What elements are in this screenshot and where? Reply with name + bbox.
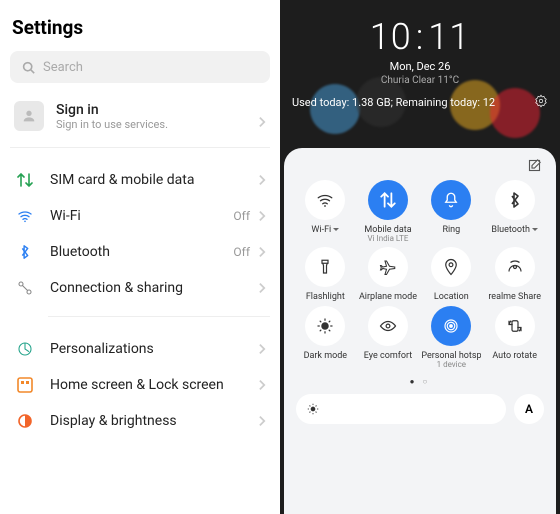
quick-panel: Wi-Fi Mobile data Vi India LTE Ring Blue… [284, 148, 556, 514]
row-value: Off [233, 209, 250, 223]
chevron-right-icon [259, 243, 266, 262]
tile-airplane[interactable]: Airplane mode [359, 247, 418, 302]
divider [48, 316, 270, 317]
tile-auto-rotate[interactable]: Auto rotate [485, 306, 544, 369]
chevron-right-icon [259, 171, 266, 190]
row-personalizations[interactable]: Personalizations [10, 331, 270, 367]
wifi-icon [14, 208, 36, 224]
tile-bluetooth[interactable]: Bluetooth [485, 180, 544, 243]
settings-pane: Settings Search Sign in Sign in to use s… [0, 0, 280, 514]
row-homescreen[interactable]: Home screen & Lock screen [10, 367, 270, 403]
row-sim[interactable]: SIM card & mobile data [10, 162, 270, 198]
tile-location[interactable]: Location [421, 247, 481, 302]
auto-brightness-button[interactable]: A [514, 394, 544, 424]
search-placeholder: Search [43, 60, 83, 75]
row-label: Connection & sharing [50, 280, 183, 296]
signin-title: Sign in [56, 102, 168, 118]
homescreen-icon [14, 377, 36, 393]
weather: Churia Clear 11°C [280, 75, 560, 86]
edit-icon[interactable] [527, 158, 542, 177]
sim-icon [14, 172, 36, 188]
signin-row[interactable]: Sign in Sign in to use services. [10, 97, 270, 148]
tile-hotspot[interactable]: Personal hotspot 1 device [421, 306, 481, 369]
chevron-right-icon [259, 412, 266, 431]
row-connection[interactable]: Connection & sharing [10, 270, 270, 306]
tile-share[interactable]: realme Share [485, 247, 544, 302]
quick-settings-pane: 10:11 Mon, Dec 26 Churia Clear 11°C Used… [280, 0, 560, 514]
bluetooth-icon [14, 244, 36, 260]
clock: 10:11 [280, 16, 560, 58]
display-icon [14, 413, 36, 429]
gear-icon[interactable] [534, 94, 548, 111]
row-label: Display & brightness [50, 413, 177, 429]
brightness-icon [306, 402, 320, 416]
row-label: SIM card & mobile data [50, 172, 194, 188]
row-display[interactable]: Display & brightness [10, 403, 270, 439]
tile-ring[interactable]: Ring [421, 180, 481, 243]
tile-mobile-data[interactable]: Mobile data Vi India LTE [359, 180, 418, 243]
data-usage-bar: Used today: 1.38 GB; Remaining today: 12 [280, 86, 560, 115]
signin-sub: Sign in to use services. [56, 118, 168, 131]
chevron-right-icon [259, 113, 266, 132]
tile-flashlight[interactable]: Flashlight [296, 247, 355, 302]
avatar [14, 101, 44, 131]
date: Mon, Dec 26 [280, 60, 560, 73]
page-indicator: ● ○ [296, 377, 544, 386]
brightness-slider[interactable] [296, 394, 506, 424]
row-label: Home screen & Lock screen [50, 377, 224, 393]
chevron-right-icon [259, 340, 266, 359]
row-label: Bluetooth [50, 244, 110, 260]
row-label: Wi-Fi [50, 208, 81, 224]
row-wifi[interactable]: Wi-Fi Off [10, 198, 270, 234]
tile-eye-comfort[interactable]: Eye comfort [359, 306, 418, 369]
tile-dark-mode[interactable]: Dark mode [296, 306, 355, 369]
tile-wifi[interactable]: Wi-Fi [296, 180, 355, 243]
row-bluetooth[interactable]: Bluetooth Off [10, 234, 270, 270]
brightness-row: A [296, 394, 544, 424]
chevron-right-icon [259, 279, 266, 298]
row-value: Off [233, 245, 250, 259]
row-label: Personalizations [50, 341, 154, 357]
connection-icon [14, 280, 36, 296]
page-title: Settings [12, 16, 270, 39]
clock-area: 10:11 Mon, Dec 26 Churia Clear 11°C [280, 0, 560, 86]
chevron-right-icon [259, 207, 266, 226]
personalization-icon [14, 341, 36, 357]
search-input[interactable]: Search [10, 51, 270, 83]
search-icon [22, 61, 35, 74]
chevron-right-icon [259, 376, 266, 395]
